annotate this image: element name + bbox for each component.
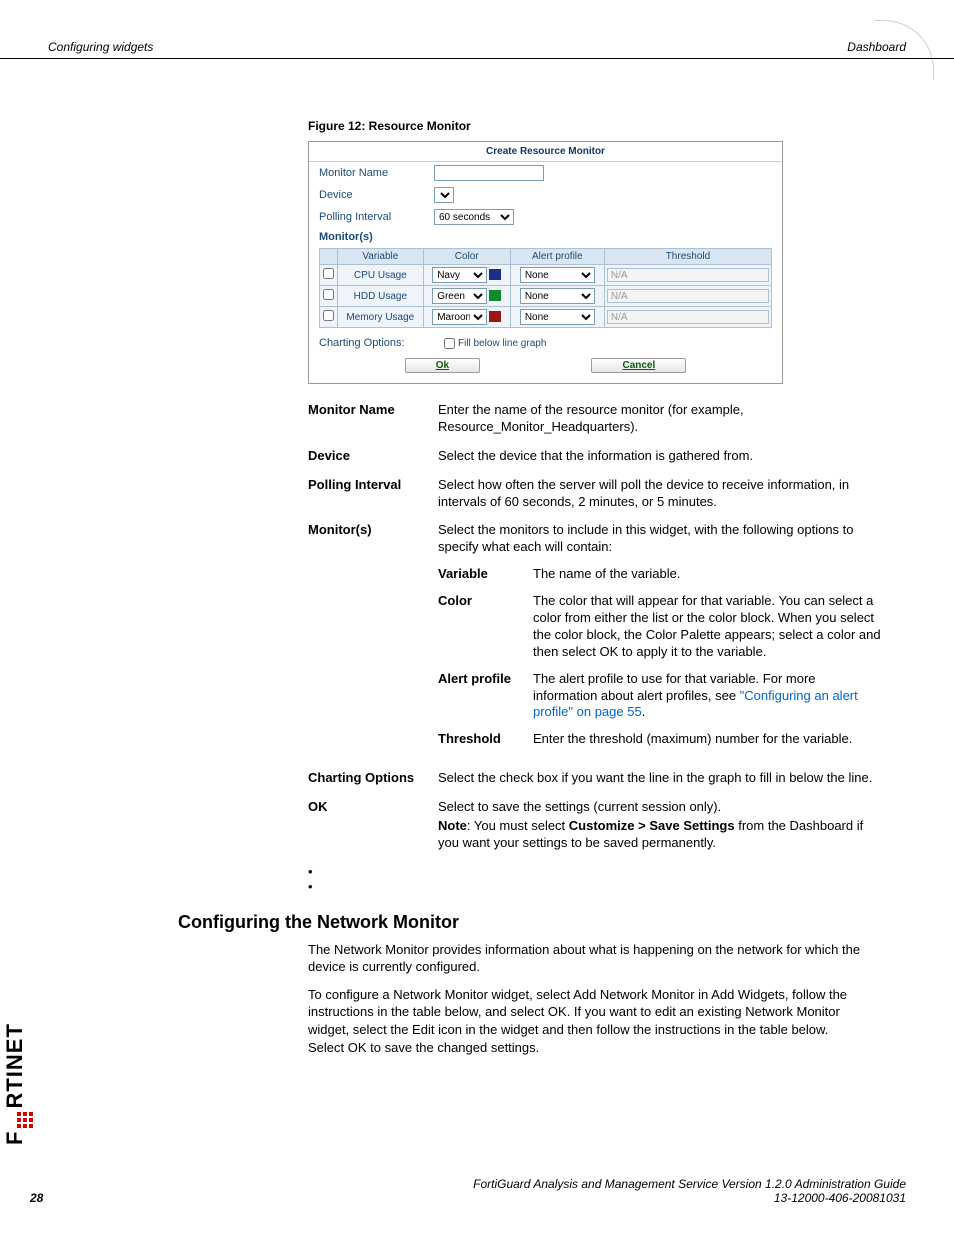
figure-caption: Figure 12: Resource Monitor xyxy=(308,119,906,133)
monitors-table: Variable Color Alert profile Threshold C… xyxy=(319,248,772,328)
color-swatch-icon[interactable] xyxy=(489,269,501,280)
color-swatch-icon[interactable] xyxy=(489,290,501,301)
threshold-input[interactable] xyxy=(607,310,769,324)
polling-select[interactable]: 60 seconds xyxy=(434,209,514,225)
sub-label: Color xyxy=(438,593,533,661)
footer-doc-id: 13-12000-406-20081031 xyxy=(30,1191,906,1205)
desc-text: Enter the name of the resource monitor (… xyxy=(438,402,883,436)
col-color: Color xyxy=(423,249,510,265)
page-header: Configuring widgets Dashboard xyxy=(0,0,954,59)
monitors-label: Monitor(s) xyxy=(319,231,424,243)
table-row: CPU Usage Navy None xyxy=(320,265,772,286)
desc-label: Monitor(s) xyxy=(308,522,438,758)
device-select[interactable] xyxy=(434,187,454,203)
alert-select[interactable]: None xyxy=(520,288,595,304)
desc-text: Select how often the server will poll th… xyxy=(438,477,883,511)
sub-label: Variable xyxy=(438,566,533,583)
row-checkbox[interactable] xyxy=(323,268,334,279)
col-threshold: Threshold xyxy=(604,249,771,265)
col-variable: Variable xyxy=(338,249,424,265)
fill-below-checkbox[interactable] xyxy=(444,338,455,349)
section-heading: Configuring the Network Monitor xyxy=(178,912,906,933)
col-alert: Alert profile xyxy=(510,249,604,265)
field-descriptions: Monitor Name Enter the name of the resou… xyxy=(308,402,883,852)
sub-label: Threshold xyxy=(438,731,533,748)
monitor-name-label: Monitor Name xyxy=(319,167,424,179)
desc-text: Select the device that the information i… xyxy=(438,448,883,465)
table-row: Memory Usage Maroon None xyxy=(320,307,772,328)
device-label: Device xyxy=(319,189,424,201)
color-select[interactable]: Navy xyxy=(432,267,487,283)
polling-label: Polling Interval xyxy=(319,211,424,223)
color-swatch-icon[interactable] xyxy=(489,311,501,322)
fill-below-label: Fill below line graph xyxy=(458,338,546,349)
footer-doc-title: FortiGuard Analysis and Management Servi… xyxy=(30,1177,906,1191)
ok-button[interactable]: Ok xyxy=(405,358,480,373)
charting-options-label: Charting Options: xyxy=(319,337,434,349)
row-checkbox[interactable] xyxy=(323,289,334,300)
alert-select[interactable]: None xyxy=(520,267,595,283)
resource-monitor-dialog: Create Resource Monitor Monitor Name Dev… xyxy=(308,141,783,384)
cancel-button[interactable]: Cancel xyxy=(591,358,686,373)
color-select[interactable]: Green xyxy=(432,288,487,304)
monitor-name-input[interactable] xyxy=(434,165,544,181)
sub-text: The color that will appear for that vari… xyxy=(533,593,883,661)
dialog-title: Create Resource Monitor xyxy=(309,142,782,162)
desc-text: Select to save the settings (current ses… xyxy=(438,799,883,852)
fortinet-logo: FRTINET xyxy=(2,1023,34,1145)
sub-text: The name of the variable. xyxy=(533,566,883,583)
desc-text: Select the monitors to include in this w… xyxy=(438,522,883,556)
desc-label: Polling Interval xyxy=(308,477,438,511)
desc-label: OK xyxy=(308,799,438,852)
sub-text: The alert profile to use for that variab… xyxy=(533,671,883,722)
body-paragraph: The Network Monitor provides information… xyxy=(308,941,868,976)
desc-label: Device xyxy=(308,448,438,465)
alert-select[interactable]: None xyxy=(520,309,595,325)
sub-label: Alert profile xyxy=(438,671,533,722)
desc-label: Charting Options xyxy=(308,770,438,787)
desc-text: Select the check box if you want the lin… xyxy=(438,770,883,787)
threshold-input[interactable] xyxy=(607,289,769,303)
page-footer: FortiGuard Analysis and Management Servi… xyxy=(30,1177,906,1205)
row-checkbox[interactable] xyxy=(323,310,334,321)
empty-bullets: •• xyxy=(308,864,906,894)
page-number: 28 xyxy=(30,1191,43,1205)
body-paragraph: To configure a Network Monitor widget, s… xyxy=(308,986,868,1056)
sub-text: Enter the threshold (maximum) number for… xyxy=(533,731,883,748)
table-row: HDD Usage Green None xyxy=(320,286,772,307)
logo-grid-icon xyxy=(17,1112,33,1128)
desc-label: Monitor Name xyxy=(308,402,438,436)
color-select[interactable]: Maroon xyxy=(432,309,487,325)
header-left: Configuring widgets xyxy=(48,40,153,54)
threshold-input[interactable] xyxy=(607,268,769,282)
